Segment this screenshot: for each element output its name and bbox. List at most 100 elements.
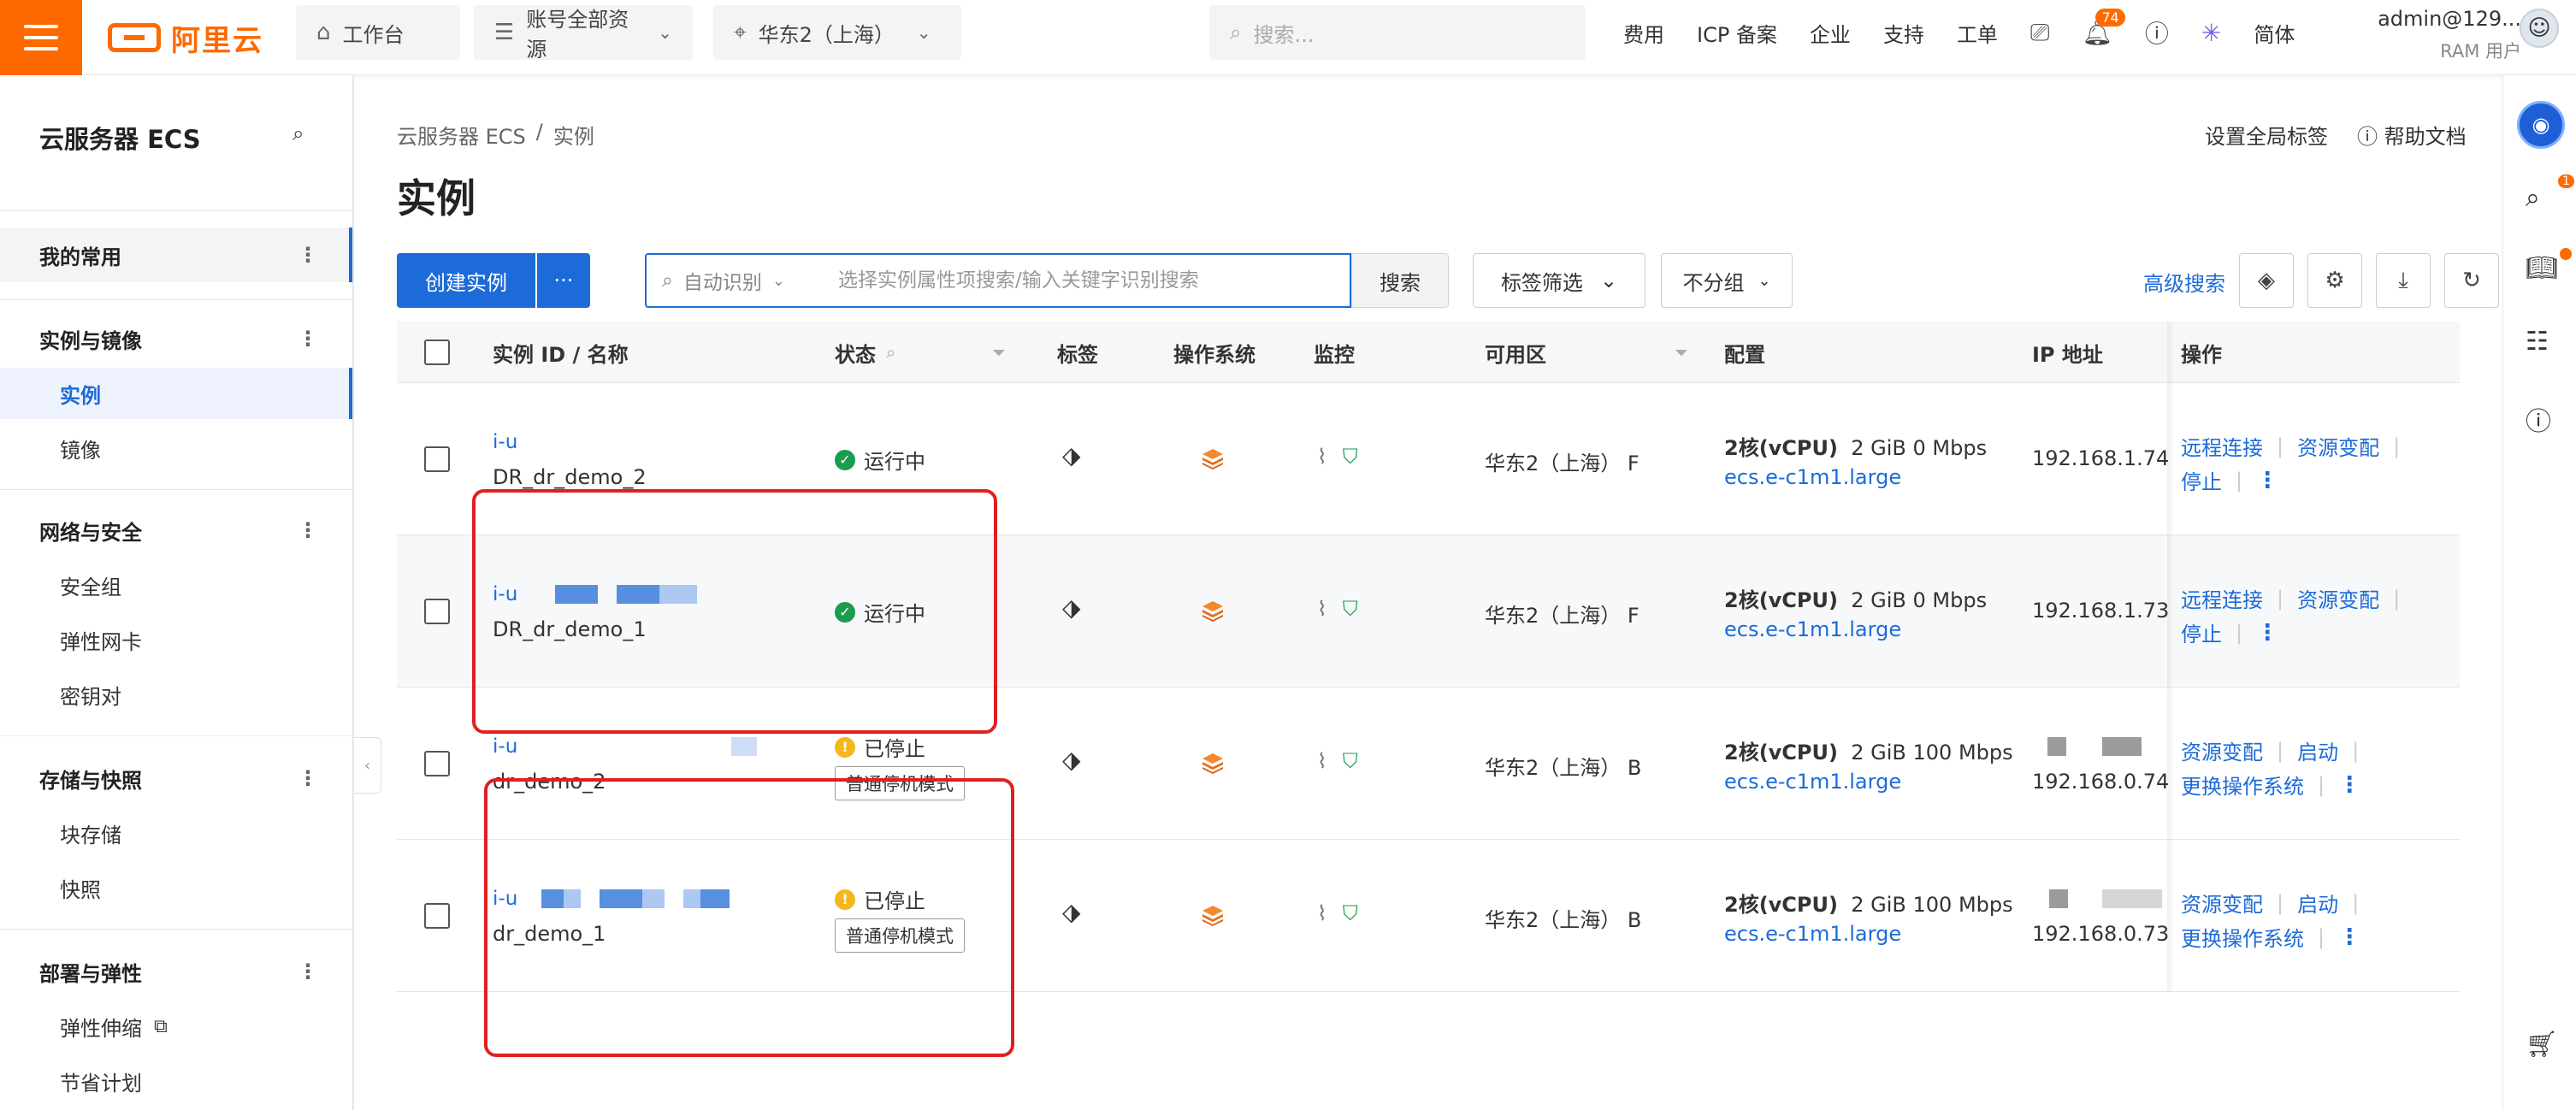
instance-search-input[interactable] [838, 255, 1350, 306]
refresh-icon[interactable]: ↻ [2444, 253, 2499, 308]
help-icon[interactable]: ⓘ [2526, 400, 2551, 438]
modify-config-link[interactable]: 资源变配 [2297, 431, 2379, 461]
instance-id-link[interactable]: i-u [493, 735, 758, 758]
instance-type-link[interactable]: ecs.e-c1m1.large [1724, 465, 1901, 489]
row-checkbox[interactable] [424, 599, 450, 624]
avatar[interactable]: ☺ [2520, 9, 2559, 48]
replace-os-link[interactable]: 更换操作系统 [2181, 922, 2304, 952]
sidebar-item-instances[interactable]: 实例 [0, 368, 352, 419]
stop-link[interactable]: 停止 [2181, 617, 2222, 647]
link-support[interactable]: 支持 [1883, 18, 1924, 48]
column-search-icon[interactable]: ⌕ [886, 342, 895, 363]
chart-icon[interactable]: ⌇ [1317, 749, 1327, 773]
tag-icon[interactable]: ⬗ [1062, 593, 1081, 622]
more-actions-button[interactable]: ··· [537, 253, 590, 308]
filter-icon[interactable]: ⏷ [1675, 342, 1688, 363]
stop-link[interactable]: 停止 [2181, 465, 2222, 495]
download-icon[interactable]: ⤓ [2376, 253, 2431, 308]
language-switch[interactable]: 简体 [2254, 18, 2295, 48]
sidebar-group-instances-images[interactable]: 实例与镜像 ⋮ [0, 311, 352, 366]
row-checkbox[interactable] [424, 751, 450, 776]
chart-icon[interactable]: ⌇ [1317, 901, 1327, 925]
link-tickets[interactable]: 工单 [1957, 18, 1998, 48]
instance-type-link[interactable]: ecs.e-c1m1.large [1724, 922, 1901, 946]
sidebar-item-key-pairs[interactable]: 密钥对 [0, 669, 352, 720]
replace-os-link[interactable]: 更换操作系统 [2181, 770, 2304, 800]
cart-icon[interactable]: 🛒︎ [2526, 1030, 2558, 1060]
tag-icon[interactable]: ⬗ [1062, 898, 1081, 926]
more-vertical-icon[interactable]: ⋮ [298, 518, 318, 542]
sidebar-group-favorites[interactable]: 我的常用 ⋮ [0, 227, 352, 282]
group-by-dropdown[interactable]: 不分组 ⌄ [1661, 253, 1793, 308]
chart-icon[interactable]: ⌇ [1317, 445, 1327, 469]
help-icon[interactable]: ⓘ [2145, 15, 2169, 50]
row-checkbox[interactable] [424, 903, 450, 929]
more-vertical-icon[interactable]: ⋮ [298, 327, 318, 351]
terminal-icon[interactable]: ⎚ [2030, 18, 2049, 47]
create-instance-button[interactable]: 创建实例 [397, 253, 535, 308]
more-vertical-icon[interactable]: ⋮ [2338, 924, 2360, 950]
select-all-checkbox[interactable] [424, 339, 450, 365]
instance-type-link[interactable]: ecs.e-c1m1.large [1724, 770, 1901, 794]
modify-config-link[interactable]: 资源变配 [2297, 583, 2379, 613]
ai-assistant-icon[interactable]: ✳ [2201, 19, 2221, 47]
more-vertical-icon[interactable]: ⋮ [298, 959, 318, 983]
link-billing[interactable]: 费用 [1623, 18, 1664, 48]
start-link[interactable]: 启动 [2297, 888, 2338, 918]
row-checkbox[interactable] [424, 446, 450, 472]
sidebar-search-icon[interactable]: ⌕ [292, 121, 304, 145]
layers-icon[interactable]: ◈ [2239, 253, 2294, 308]
more-vertical-icon[interactable]: ⋮ [298, 766, 318, 790]
sidebar-group-deploy-elastic[interactable]: 部署与弹性 ⋮ [0, 944, 352, 999]
breadcrumb-ecs[interactable]: 云服务器 ECS [397, 120, 526, 150]
instance-id-link[interactable]: i-u [493, 431, 529, 453]
advanced-search-link[interactable]: 高级搜索 [2143, 267, 2225, 297]
chart-icon[interactable]: ⌇ [1317, 597, 1327, 621]
gear-icon[interactable]: ⚙ [2307, 253, 2362, 308]
sidebar-item-savings-plan[interactable]: 节省计划 [0, 1055, 352, 1107]
tag-filter-dropdown[interactable]: 标签筛选 ⌄ [1473, 253, 1645, 308]
instance-type-link[interactable]: ecs.e-c1m1.large [1724, 617, 1901, 641]
more-vertical-icon[interactable]: ⋮ [298, 243, 318, 267]
book-icon[interactable]: 📖︎ [2526, 253, 2558, 283]
shield-check-icon[interactable]: ⛉ [1343, 445, 1358, 469]
search-icon[interactable]: ⌕ [2526, 183, 2540, 213]
hamburger-menu-icon[interactable] [0, 0, 82, 75]
tag-icon[interactable]: ⬗ [1062, 746, 1081, 774]
tag-icon[interactable]: ⬗ [1062, 441, 1081, 469]
more-vertical-icon[interactable]: ⋮ [2338, 772, 2360, 798]
modify-config-link[interactable]: 资源变配 [2181, 888, 2263, 918]
sidebar-item-images[interactable]: 镜像 [0, 422, 352, 474]
region-selector[interactable]: ⌖ 华东2（上海） ⌄ [713, 5, 961, 60]
search-mode-selector[interactable]: ⌕ 自动识别 ⌄ [647, 266, 838, 295]
global-tags-link[interactable]: 设置全局标签 [2205, 120, 2328, 150]
sidebar-item-block-storage[interactable]: 块存储 [0, 807, 352, 859]
bell-icon[interactable]: 🔔︎ 74 [2082, 8, 2125, 47]
shield-check-icon[interactable]: ⛉ [1343, 597, 1358, 621]
sidebar-group-storage-snapshots[interactable]: 存储与快照 ⋮ [0, 751, 352, 806]
filter-icon[interactable]: ⏷ [992, 342, 1006, 363]
shield-check-icon[interactable]: ⛉ [1343, 749, 1358, 773]
more-vertical-icon[interactable]: ⋮ [2256, 468, 2278, 493]
more-vertical-icon[interactable]: ⋮ [2256, 620, 2278, 646]
sidebar-item-security-groups[interactable]: 安全组 [0, 559, 352, 611]
sidebar-item-auto-scaling[interactable]: 弹性伸缩 ⧉ [0, 1001, 352, 1052]
workbench-button[interactable]: ⌂ 工作台 [296, 5, 460, 60]
remote-connect-link[interactable]: 远程连接 [2181, 431, 2263, 461]
user-account[interactable]: admin@129... RAM 用户 [2367, 7, 2521, 63]
modify-config-link[interactable]: 资源变配 [2181, 735, 2263, 765]
start-link[interactable]: 启动 [2297, 735, 2338, 765]
global-search-input[interactable]: ⌕ 搜索... [1209, 5, 1586, 60]
remote-connect-link[interactable]: 远程连接 [2181, 583, 2263, 613]
aliyun-logo[interactable]: 阿里云 [108, 17, 263, 58]
checklist-icon[interactable]: ☷ [2526, 327, 2549, 357]
sidebar-item-snapshots[interactable]: 快照 [0, 862, 352, 913]
shield-check-icon[interactable]: ⛉ [1343, 901, 1358, 925]
resource-group-selector[interactable]: ☰ 账号全部资源 ⌄ [474, 5, 693, 62]
ai-robot-icon[interactable]: ◉ [2517, 101, 2565, 149]
link-enterprise[interactable]: 企业 [1810, 18, 1851, 48]
help-docs-link[interactable]: ⓘ 帮助文档 [2357, 120, 2467, 150]
sidebar-item-eni[interactable]: 弹性网卡 [0, 614, 352, 665]
search-button[interactable]: 搜索 [1351, 253, 1449, 308]
sidebar-group-network-security[interactable]: 网络与安全 ⋮ [0, 503, 352, 558]
